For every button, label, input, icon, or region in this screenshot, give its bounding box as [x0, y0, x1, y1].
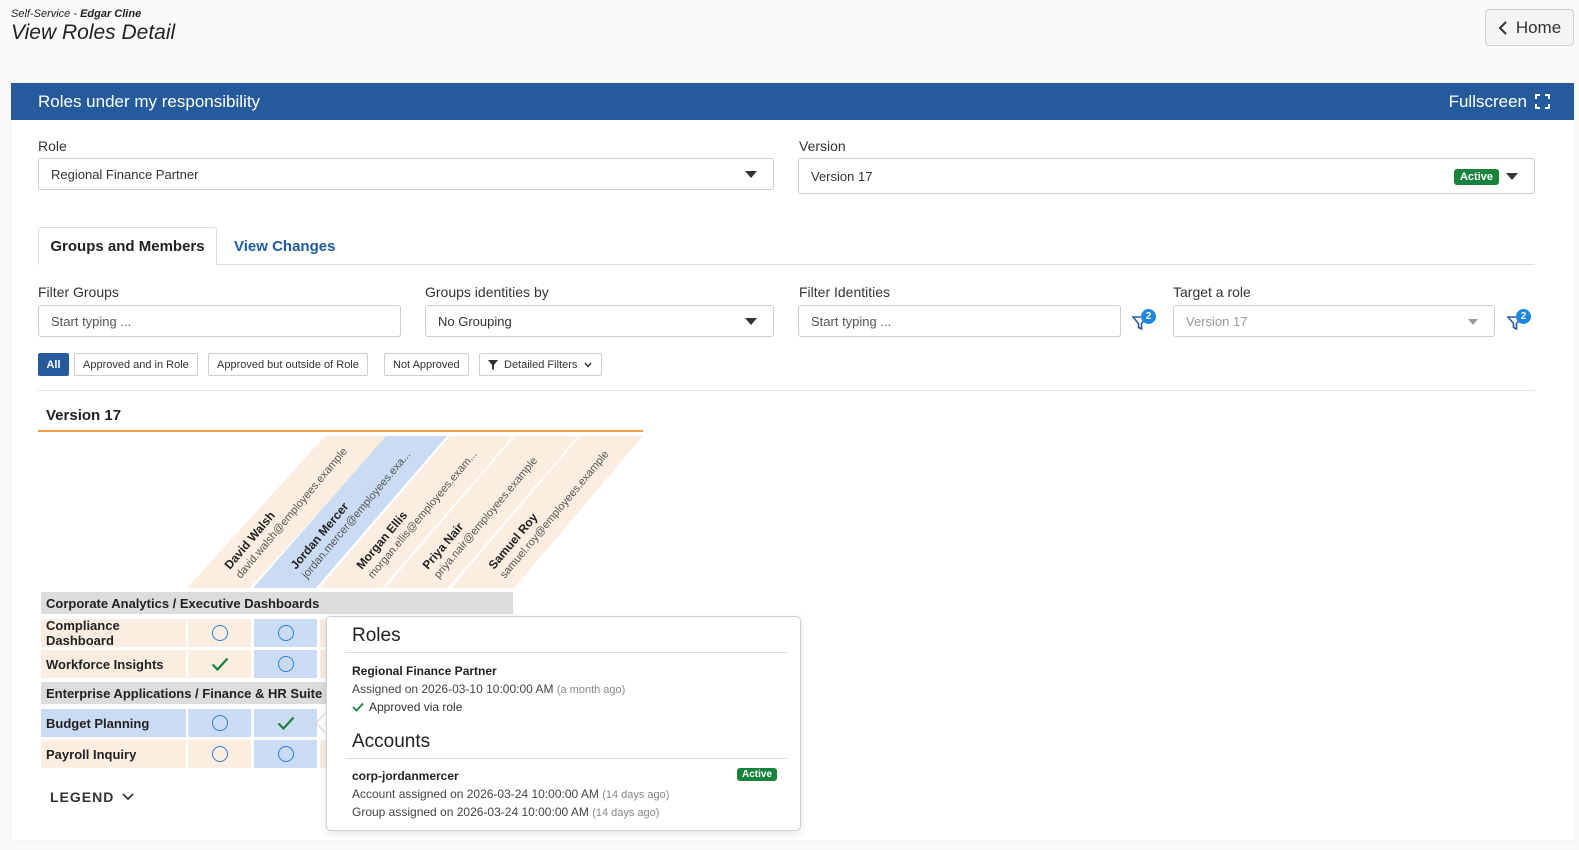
chevron-down-icon	[584, 362, 592, 368]
filters-divider	[38, 390, 1535, 391]
resource-row-label[interactable]: Compliance Dashboard	[41, 618, 186, 648]
expand-icon	[1535, 94, 1550, 109]
breadcrumb: Self-Service - Edgar Cline	[11, 8, 141, 20]
tab-groups-and-members[interactable]: Groups and Members	[38, 227, 217, 265]
filter-groups-label: Filter Groups	[38, 284, 119, 300]
popup-account-assigned-date: Account assigned on 2026-03-24 10:00:00 …	[352, 787, 599, 801]
identity-header-strip: David Walsh david.walsh@employees.exampl…	[187, 436, 643, 588]
page-title: View Roles Detail	[11, 21, 176, 44]
resource-row-label[interactable]: Workforce Insights	[41, 650, 186, 678]
chevron-down-icon	[122, 793, 134, 801]
popup-role-status: Approved via role	[352, 700, 462, 715]
resource-row-label[interactable]: Budget Planning	[41, 709, 186, 737]
breadcrumb-user: Edgar Cline	[80, 8, 142, 20]
chip-detailed-filters[interactable]: Detailed Filters	[479, 353, 603, 376]
popup-role-assigned-date: Assigned on 2026-03-10 10:00:00 AM	[352, 682, 554, 696]
not-approved-circle-icon	[277, 746, 294, 762]
chevron-left-icon	[1498, 20, 1507, 35]
chip-approved-outside-role[interactable]: Approved but outside of Role	[208, 353, 368, 376]
popup-role-name: Regional Finance Partner	[352, 664, 497, 678]
matrix-cell[interactable]	[254, 619, 317, 647]
caret-down-icon	[1506, 173, 1518, 180]
matrix-cell[interactable]	[254, 650, 317, 678]
filter-identities-placeholder: Start typing ...	[811, 313, 892, 329]
popup-roles-heading: Roles	[352, 625, 401, 646]
target-role-placeholder: Version 17	[1186, 313, 1248, 329]
matrix-cell[interactable]	[188, 709, 251, 737]
matrix-version-underline	[38, 430, 643, 432]
home-button[interactable]: Home	[1485, 9, 1574, 46]
role-label: Role	[38, 138, 67, 154]
filter-identities-label: Filter Identities	[799, 284, 891, 300]
matrix-cell[interactable]	[188, 740, 251, 768]
fullscreen-button[interactable]: Fullscreen	[1449, 92, 1550, 112]
target-role-label: Target a role	[1173, 284, 1251, 300]
resource-row-label[interactable]: Payroll Inquiry	[41, 740, 186, 768]
target-role-filter-button[interactable]: 2	[1507, 309, 1531, 333]
version-select[interactable]: Version 17 Active	[798, 158, 1535, 194]
popup-group-assigned-date: Group assigned on 2026-03-24 10:00:00 AM	[352, 805, 589, 819]
chip-approved-in-role[interactable]: Approved and in Role	[74, 353, 198, 376]
check-icon	[277, 716, 294, 731]
matrix-version-title: Version 17	[46, 407, 122, 424]
chip-all[interactable]: All	[38, 353, 69, 376]
matrix-cell[interactable]	[188, 650, 251, 678]
legend-toggle[interactable]: LEGEND	[50, 789, 134, 805]
popup-account-assigned: Account assigned on 2026-03-24 10:00:00 …	[352, 787, 669, 801]
account-status-badge: Active	[737, 768, 778, 781]
caret-down-icon	[1468, 319, 1478, 325]
check-icon	[352, 702, 364, 712]
home-button-label: Home	[1515, 17, 1562, 37]
version-select-value: Version 17	[811, 168, 873, 184]
breadcrumb-prefix: Self-Service -	[11, 8, 81, 20]
chip-not-approved[interactable]: Not Approved	[384, 353, 469, 376]
popup-account-assigned-ago: (14 days ago)	[602, 789, 670, 801]
role-select-value: Regional Finance Partner	[51, 166, 199, 182]
check-icon	[211, 657, 228, 672]
group-by-label: Groups identities by	[425, 284, 549, 300]
cell-details-popup: Roles Regional Finance Partner Assigned …	[326, 616, 801, 831]
version-label: Version	[799, 138, 846, 154]
group-header-row: Enterprise Applications / Finance & HR S…	[41, 682, 328, 704]
tab-view-changes[interactable]: View Changes	[234, 227, 335, 265]
popup-accounts-heading: Accounts	[352, 731, 431, 752]
popup-role-assigned-ago: (a month ago)	[556, 684, 626, 696]
not-approved-circle-icon	[211, 625, 228, 641]
funnel-icon	[488, 359, 498, 370]
group-by-select[interactable]: No Grouping	[425, 305, 774, 337]
caret-down-icon	[745, 171, 757, 178]
group-by-value: No Grouping	[438, 313, 512, 329]
popup-divider	[345, 758, 787, 759]
panel-title: Roles under my responsibility	[38, 91, 261, 111]
group-header-row: Corporate Analytics / Executive Dashboar…	[41, 592, 513, 614]
matrix-cell[interactable]	[254, 740, 317, 768]
role-select[interactable]: Regional Finance Partner	[38, 158, 774, 190]
version-status-badge: Active	[1453, 169, 1499, 185]
not-approved-circle-icon	[277, 625, 294, 641]
identity-filter-count: 2	[1141, 309, 1156, 324]
not-approved-circle-icon	[211, 715, 228, 731]
filter-identities-input[interactable]: Start typing ...	[798, 305, 1121, 337]
popup-role-status-text: Approved via role	[369, 700, 463, 714]
popup-account-name: corp-jordanmercer	[352, 769, 459, 783]
matrix-cell[interactable]	[254, 709, 317, 737]
identity-filter-button[interactable]: 2	[1132, 309, 1156, 333]
popup-divider	[345, 652, 787, 653]
target-role-filter-count: 2	[1516, 309, 1531, 324]
filter-groups-placeholder: Start typing ...	[51, 313, 132, 329]
popup-group-assigned: Group assigned on 2026-03-24 10:00:00 AM…	[352, 805, 659, 819]
popup-role-assigned: Assigned on 2026-03-10 10:00:00 AM (a mo…	[352, 682, 625, 696]
fullscreen-label: Fullscreen	[1448, 91, 1527, 111]
filter-groups-input[interactable]: Start typing ...	[38, 305, 401, 337]
popup-group-assigned-ago: (14 days ago)	[592, 807, 660, 819]
chip-detailed-filters-label: Detailed Filters	[504, 358, 578, 371]
panel-header: Roles under my responsibility Fullscreen	[11, 83, 1574, 120]
caret-down-icon	[745, 318, 757, 325]
legend-label: LEGEND	[50, 789, 115, 805]
not-approved-circle-icon	[277, 656, 294, 672]
target-role-select[interactable]: Version 17	[1173, 305, 1495, 337]
matrix-cell[interactable]	[188, 619, 251, 647]
not-approved-circle-icon	[211, 746, 228, 762]
